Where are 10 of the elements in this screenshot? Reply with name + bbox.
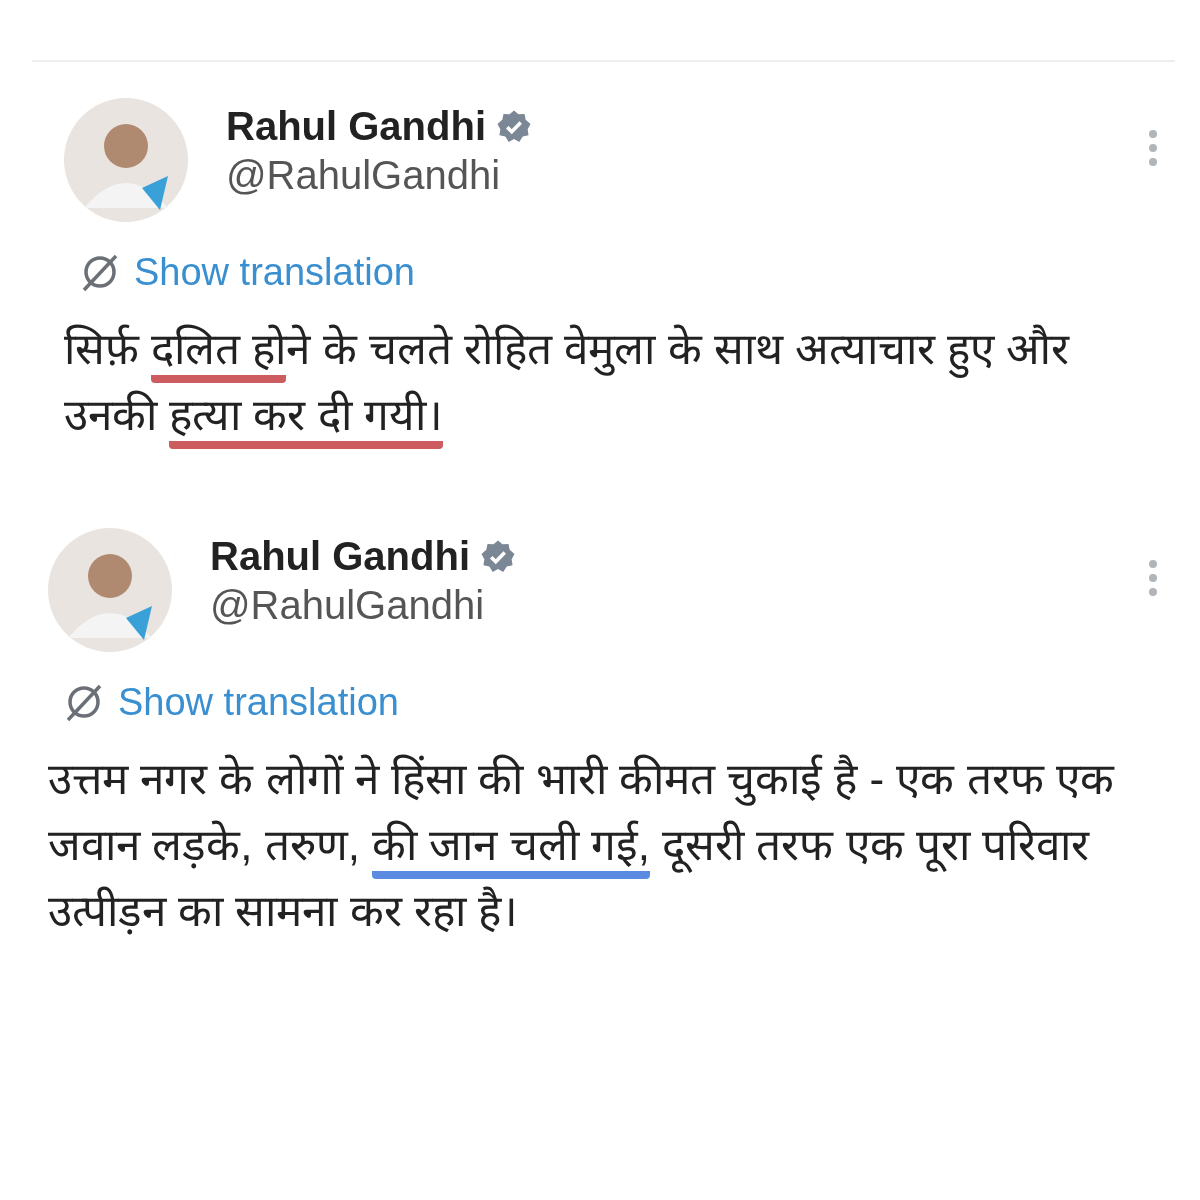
avatar[interactable] <box>64 98 188 222</box>
tweet-text: सिर्फ़ दलित होने के चलते रोहित वेमुला के साथ अत्याचार हुए और उनकी हत्या कर दी गयी। <box>64 316 1160 448</box>
user-name[interactable]: Rahul Gandhi <box>226 104 486 149</box>
user-handle: @RahulGandhi <box>226 153 502 198</box>
more-icon[interactable] <box>1146 558 1160 598</box>
more-icon[interactable] <box>1146 128 1160 168</box>
user-name[interactable]: Rahul Gandhi <box>210 534 470 579</box>
avatar[interactable] <box>48 528 172 652</box>
tweet-text: उत्तम नगर के लोगों ने हिंसा की भारी कीमत चुकाई है - एक तरफ एक जवान लड़के, तरुण, की जान चली गई, दूसरी तरफ एक पूरा परिवार उत्पीड़न का सामना कर रहा है। <box>48 753 1116 937</box>
user-handle: @RahulGandhi <box>210 583 486 628</box>
